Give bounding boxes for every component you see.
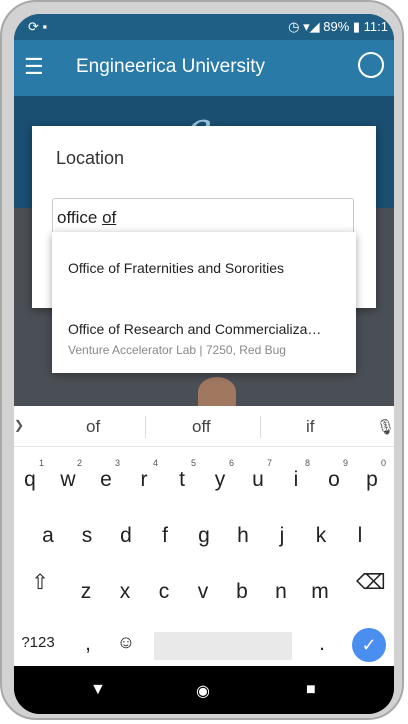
suggestion-item[interactable]: Office of Fraternities and Sororities xyxy=(68,260,284,276)
dialog-title: Location xyxy=(56,148,125,168)
input-underlined: of xyxy=(102,208,117,227)
suggestion-list: Office of Fraternities and Sororities Of… xyxy=(52,232,356,373)
key-h[interactable]: h xyxy=(229,524,257,548)
key-y[interactable]: y6 xyxy=(206,458,234,492)
word-suggestion[interactable]: off xyxy=(192,417,211,437)
word-suggestion[interactable]: if xyxy=(306,417,315,437)
nav-bar: ▼ ◉ ■ xyxy=(14,666,394,714)
emoji-icon[interactable]: ☺ xyxy=(112,632,140,653)
key-m[interactable]: m xyxy=(306,580,334,604)
expand-arrow-icon[interactable]: ❯ xyxy=(14,418,24,432)
suggestion-divider xyxy=(260,416,261,438)
phone-frame: ⟳ ▪ ◷ ▾◢ 89% ▮ 11:1 ☰ Engineerica Univer… xyxy=(0,0,404,720)
recents-icon[interactable]: ■ xyxy=(306,681,316,699)
key-number-hint: 4 xyxy=(152,458,158,468)
status-left: ⟳ ▪ xyxy=(28,19,48,34)
key-j[interactable]: j xyxy=(268,524,296,548)
app-title: Engineerica University xyxy=(76,56,266,77)
suggestion-subtitle: Venture Accelerator Lab | 7250, Red Bug xyxy=(68,343,286,357)
check-icon[interactable]: ✓ xyxy=(352,628,386,662)
app-bar: ☰ Engineerica University xyxy=(14,40,394,96)
key-number-hint: 2 xyxy=(76,458,82,468)
key-number-hint: 0 xyxy=(380,458,386,468)
status-bar: ⟳ ▪ ◷ ▾◢ 89% ▮ 11:1 xyxy=(14,14,394,40)
period-key[interactable]: . xyxy=(308,632,336,656)
location-input[interactable]: office of xyxy=(52,198,354,236)
suggestion-divider xyxy=(145,416,146,438)
key-l[interactable]: l xyxy=(346,524,374,548)
key-number-hint: 9 xyxy=(342,458,348,468)
key-d[interactable]: d xyxy=(112,524,140,548)
shift-key[interactable]: ⇧ xyxy=(26,570,54,595)
keyboard: ❯ of off if 🎙 q1 w2 e3 r4 t5 y6 u7 i8 o9 p0 asdfg… xyxy=(14,406,394,666)
key-f[interactable]: f xyxy=(151,524,179,548)
location-input-value[interactable]: office of xyxy=(57,208,116,228)
key-e[interactable]: e3 xyxy=(92,458,120,492)
key-x[interactable]: x xyxy=(111,580,139,604)
word-suggestion-bar: ❯ of off if 🎙 xyxy=(14,406,394,447)
comma-key[interactable]: , xyxy=(74,632,102,656)
key-number-hint: 8 xyxy=(304,458,310,468)
key-s[interactable]: s xyxy=(73,524,101,548)
backspace-icon[interactable]: ⌫ xyxy=(356,570,386,595)
key-q[interactable]: q1 xyxy=(16,458,44,492)
home-icon[interactable]: ◉ xyxy=(196,681,210,701)
suggestion-item[interactable]: Office of Research and Commercializa… xyxy=(68,321,344,337)
key-number-hint: 3 xyxy=(114,458,120,468)
key-n[interactable]: n xyxy=(267,580,295,604)
key-number-hint: 5 xyxy=(190,458,196,468)
key-p[interactable]: p0 xyxy=(358,458,386,492)
status-right: ◷ ▾◢ 89% ▮ 11:1 xyxy=(288,19,388,34)
key-r[interactable]: r4 xyxy=(130,458,159,492)
key-a[interactable]: a xyxy=(34,524,62,548)
avatar xyxy=(198,377,236,407)
spacebar[interactable] xyxy=(154,632,292,660)
key-t[interactable]: t5 xyxy=(168,458,196,492)
user-icon[interactable] xyxy=(358,52,384,78)
key-o[interactable]: o9 xyxy=(320,458,348,492)
symbols-key[interactable]: ?123 xyxy=(18,634,58,651)
word-suggestion[interactable]: of xyxy=(86,417,100,437)
key-k[interactable]: k xyxy=(307,524,335,548)
key-i[interactable]: i8 xyxy=(282,458,310,492)
key-u[interactable]: u7 xyxy=(244,458,272,492)
key-c[interactable]: c xyxy=(150,580,178,604)
key-z[interactable]: z xyxy=(72,580,100,604)
key-number-hint: 6 xyxy=(228,458,234,468)
key-number-hint: 1 xyxy=(38,458,44,468)
menu-icon[interactable]: ☰ xyxy=(24,54,44,80)
key-w[interactable]: w2 xyxy=(54,458,82,492)
screen: ⟳ ▪ ◷ ▾◢ 89% ▮ 11:1 ☰ Engineerica Univer… xyxy=(14,14,394,714)
input-prefix: office xyxy=(57,208,103,227)
back-icon[interactable]: ▼ xyxy=(90,681,106,699)
key-g[interactable]: g xyxy=(190,524,218,548)
microphone-icon[interactable]: 🎙 xyxy=(376,418,394,436)
key-number-hint: 7 xyxy=(266,458,272,468)
key-b[interactable]: b xyxy=(228,580,256,604)
key-v[interactable]: v xyxy=(189,580,217,604)
